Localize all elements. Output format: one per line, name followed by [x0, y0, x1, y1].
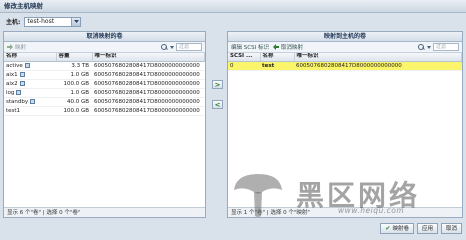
volume-capacity: 100.0 GB — [56, 79, 92, 89]
mapped-panel-footer: 显示 1 个"卷" | 选择 0 个"映射" — [228, 207, 462, 217]
edit-scsi-button[interactable]: 编辑 SCSI 标识 — [231, 43, 269, 51]
search-icon[interactable] — [161, 43, 168, 51]
arrow-left-icon — [272, 44, 279, 50]
check-icon: ✔ — [385, 224, 391, 232]
map-volume-button-label: 映射卷 — [392, 226, 409, 232]
unmapped-volumes-table: 名称 容量 唯一标识 active 3.3 TB 600507680280841… — [4, 53, 205, 116]
volume-icon — [19, 71, 25, 77]
volume-icon — [24, 62, 30, 68]
table-row[interactable]: active 3.3 TB 6005076802808417D800000000… — [4, 61, 205, 71]
host-value: test-host — [27, 18, 55, 25]
volume-icon — [30, 98, 36, 104]
volume-icon — [19, 80, 25, 86]
volume-name: active — [6, 62, 23, 69]
map-button-label: 映射 — [15, 45, 27, 51]
volume-uid: 6005076802808417D8000000000000 — [294, 61, 462, 71]
volume-name: test1 — [6, 107, 21, 114]
table-row[interactable]: 0 test 6005076802808417D8000000000000 — [228, 61, 462, 71]
table-row[interactable]: log 1.0 GB 6005076802808417D800000000000… — [4, 88, 205, 98]
mapped-panel-title: 映射到主机的卷 — [228, 32, 462, 42]
volume-capacity: 40.0 GB — [56, 97, 92, 107]
table-row[interactable]: standby 40.0 GB 6005076802808417D8000000… — [4, 97, 205, 107]
search-icon[interactable] — [418, 43, 425, 51]
scsi-id: 0 — [228, 61, 260, 71]
edit-scsi-button-label: 编辑 SCSI 标识 — [231, 45, 269, 51]
volume-uid: 6005076802808417D8000000000000 — [92, 106, 205, 116]
arrow-right-icon — [7, 44, 13, 50]
unmap-button[interactable]: 取消映射 — [272, 43, 303, 51]
column-header-scsi[interactable]: SCSI ... — [228, 53, 261, 62]
host-selector-row: 主机: test-host — [6, 16, 82, 27]
volume-capacity: 1.0 GB — [56, 70, 92, 80]
cancel-button[interactable]: 取消 — [440, 222, 462, 234]
volume-uid: 6005076802808417D8000000000000 — [92, 97, 205, 107]
table-row[interactable]: aix2 100.0 GB 6005076802808417D800000000… — [4, 79, 205, 89]
volume-uid: 6005076802808417D8000000000000 — [92, 79, 205, 89]
filter-input[interactable]: 过滤 — [433, 43, 459, 51]
chevron-down-icon[interactable] — [71, 17, 81, 26]
volume-capacity: 100.0 GB — [56, 106, 92, 116]
apply-button-label: 应用 — [421, 226, 433, 232]
host-select[interactable]: test-host — [24, 16, 82, 27]
window-title: 修改主机映射 — [0, 0, 466, 13]
move-right-button[interactable]: > — [212, 80, 223, 89]
volume-uid: 6005076802808417D8000000000000 — [92, 61, 205, 71]
volume-name: aix1 — [6, 71, 18, 78]
volume-capacity: 3.3 TB — [56, 61, 92, 71]
filter-input[interactable]: 过滤 — [176, 43, 202, 51]
map-volume-button[interactable]: ✔ 映射卷 — [380, 222, 414, 234]
apply-button[interactable]: 应用 — [416, 222, 438, 234]
column-header-name[interactable]: 名称 — [4, 53, 57, 62]
host-label: 主机: — [6, 19, 21, 26]
mapped-toolbar: 编辑 SCSI 标识 取消映射 过滤 — [228, 42, 462, 53]
unmapped-panel-title: 取消映射的卷 — [4, 32, 205, 42]
volume-name: test — [260, 61, 294, 71]
unmapped-toolbar: 映射 过滤 — [4, 42, 205, 53]
table-row[interactable]: aix1 1.0 GB 6005076802808417D80000000000… — [4, 70, 205, 80]
table-row[interactable]: test1 100.0 GB 6005076802808417D80000000… — [4, 106, 205, 116]
chevron-down-icon[interactable] — [170, 45, 174, 49]
mapped-volumes-table: SCSI ... 名称 唯一标识 0 test 6005076802808417… — [228, 53, 462, 71]
map-button[interactable]: 映射 — [7, 43, 26, 51]
volume-name: standby — [6, 98, 29, 105]
volume-capacity: 1.0 GB — [56, 88, 92, 98]
unmapped-panel-footer: 显示 6 个"卷" | 选择 0 个"卷" — [4, 207, 205, 217]
volume-name: aix2 — [6, 80, 18, 87]
move-left-button[interactable]: < — [212, 100, 223, 109]
volume-name: log — [6, 89, 15, 96]
unmap-button-label: 取消映射 — [280, 45, 303, 51]
column-header-uid[interactable]: 唯一标识 — [92, 53, 205, 62]
dialog-button-bar: ✔ 映射卷 应用 取消 — [0, 220, 466, 236]
chevron-down-icon[interactable] — [427, 45, 431, 49]
volume-uid: 6005076802808417D8000000000000 — [92, 70, 205, 80]
mapped-volumes-panel: 映射到主机的卷 编辑 SCSI 标识 取消映射 过滤 SCSI ... 名称 唯… — [227, 31, 463, 218]
volume-uid: 6005076802808417D8000000000000 — [92, 88, 205, 98]
cancel-button-label: 取消 — [445, 226, 457, 232]
column-header-name[interactable]: 名称 — [260, 53, 295, 62]
column-header-capacity[interactable]: 容量 — [56, 53, 93, 62]
volume-icon — [16, 89, 22, 95]
unmapped-volumes-panel: 取消映射的卷 映射 过滤 名称 容量 唯一标识 active 3.3 TB 60… — [3, 31, 206, 218]
column-header-uid[interactable]: 唯一标识 — [294, 53, 462, 62]
